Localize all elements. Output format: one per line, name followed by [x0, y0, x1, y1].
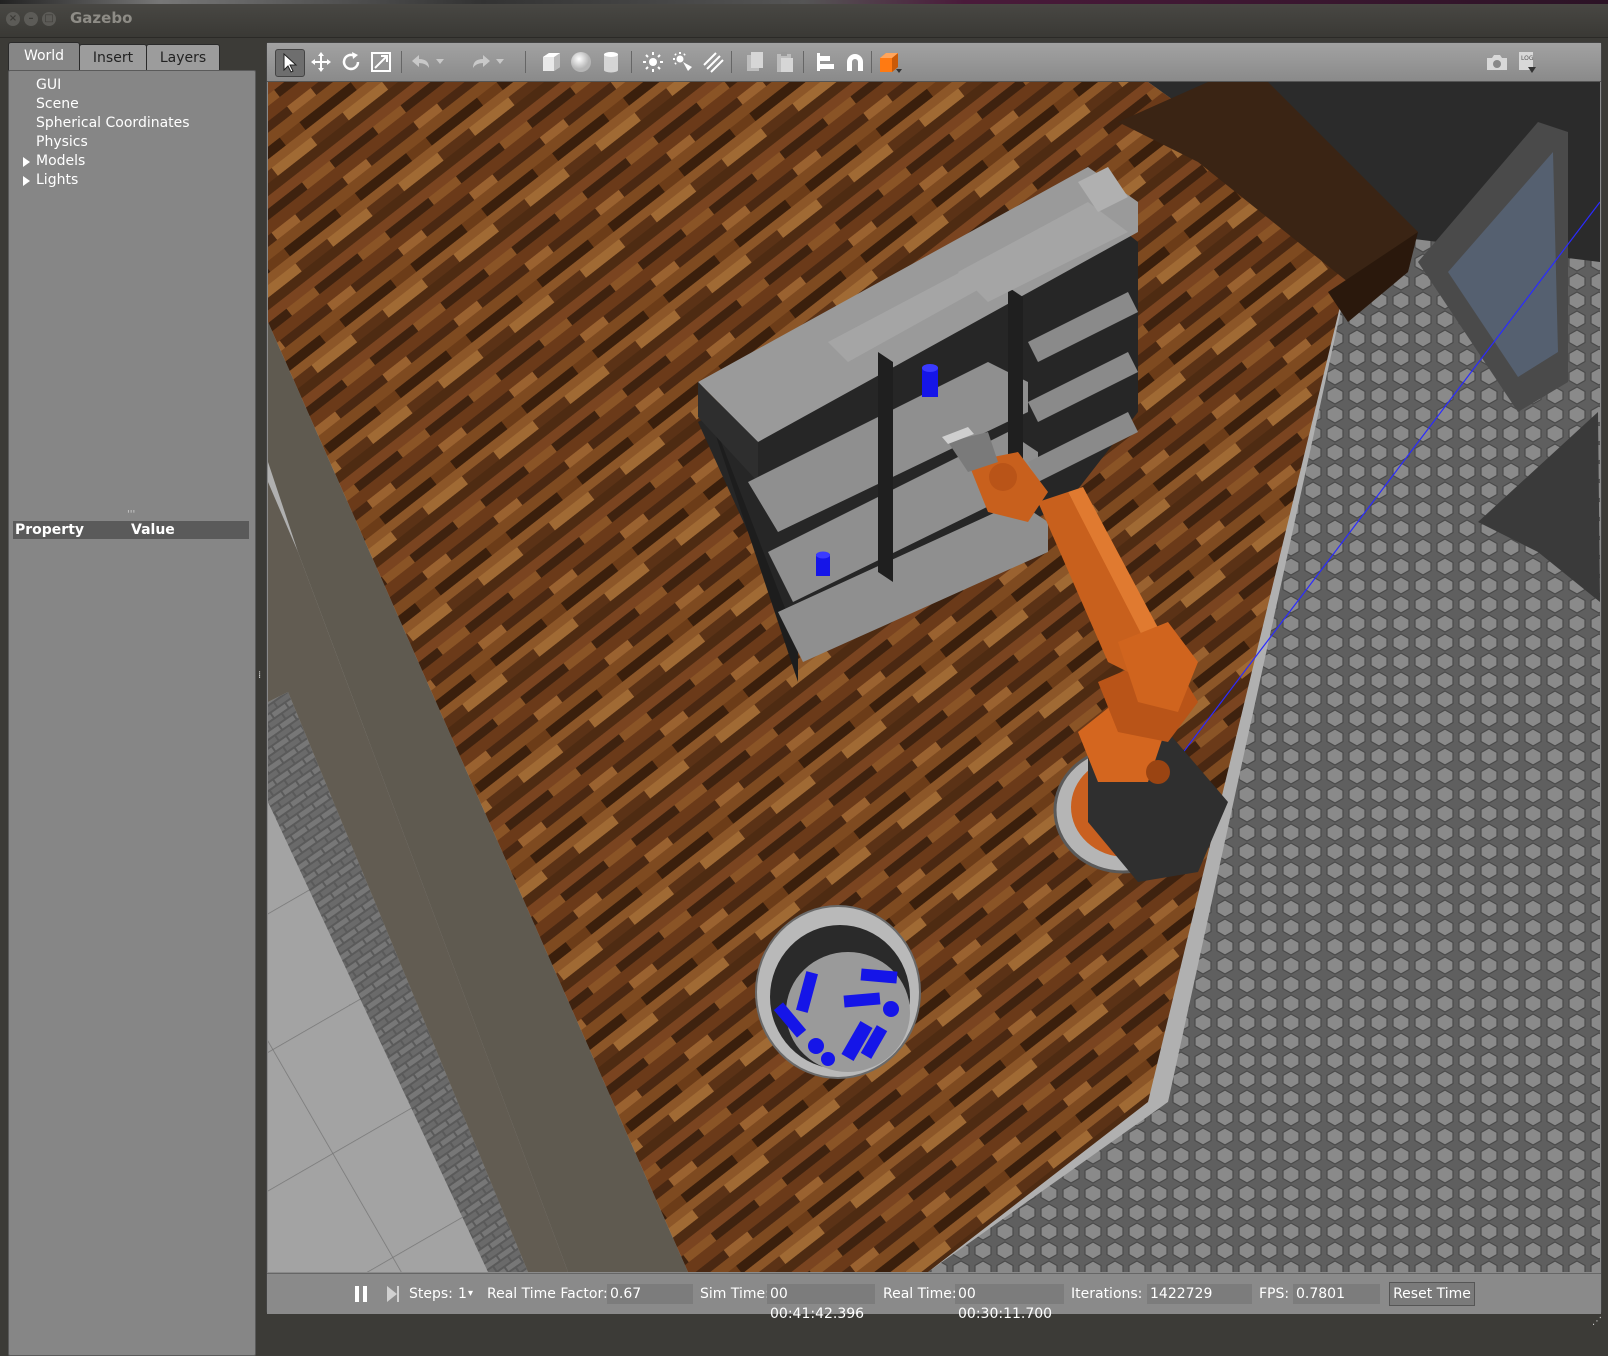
toolbar-separator [525, 51, 526, 73]
real-time-label: Real Time: [883, 1286, 957, 1302]
point-light-icon[interactable] [639, 49, 667, 75]
toolbar-separator [871, 51, 872, 73]
tree-item-label: GUI [36, 77, 62, 93]
main-render-panel: LOG Steps: 1 ▾ Real Time Factor: 0.67 Si… [266, 42, 1602, 1322]
redo-icon[interactable] [467, 49, 495, 75]
tree-item-models[interactable]: Models [23, 153, 86, 169]
scale-icon[interactable] [367, 49, 395, 75]
tree-item-scene[interactable]: Scene [36, 96, 79, 112]
title-bar: × – □ Gazebo [0, 0, 1608, 38]
3d-scene[interactable] [268, 82, 1600, 1272]
tree-item-lights[interactable]: Lights [23, 172, 79, 188]
steps-value[interactable]: 1 [458, 1284, 467, 1304]
property-table-header: Property Value [13, 521, 249, 539]
world-tree: GUI Scene Spherical Coordinates Physics … [8, 70, 256, 1356]
real-time-factor-field: 0.67 [607, 1284, 693, 1304]
expand-arrow-icon[interactable] [23, 176, 30, 186]
resize-grip-icon[interactable]: ⋰ [1592, 1316, 1602, 1327]
value-column-header: Value [131, 522, 175, 538]
svg-text:LOG: LOG [1521, 55, 1534, 62]
tab-insert[interactable]: Insert [79, 44, 147, 71]
tree-item-spherical-coordinates[interactable]: Spherical Coordinates [36, 115, 190, 131]
reset-time-button[interactable]: Reset Time [1389, 1282, 1475, 1306]
screenshot-icon[interactable] [1483, 49, 1511, 75]
pause-icon[interactable] [347, 1281, 375, 1307]
toolbar-separator [731, 51, 732, 73]
steps-chevron-icon[interactable]: ▾ [468, 1284, 473, 1304]
fps-field: 0.7801 [1293, 1284, 1380, 1304]
box-shape-icon[interactable] [537, 49, 565, 75]
toolbar-separator [401, 51, 402, 73]
tree-item-label: Lights [36, 172, 79, 188]
directional-light-icon[interactable] [699, 49, 727, 75]
toolbar-separator [803, 51, 804, 73]
steps-label: Steps: [409, 1286, 453, 1302]
left-splitter-handle-icon[interactable]: ⁞ [258, 670, 261, 681]
tree-item-label: Scene [36, 96, 79, 112]
select-arrow-icon[interactable] [275, 49, 305, 77]
tree-item-gui[interactable]: GUI [36, 77, 61, 93]
spot-light-icon[interactable] [669, 49, 697, 75]
tab-world[interactable]: World [8, 42, 80, 72]
copy-icon[interactable] [741, 49, 769, 75]
undo-icon[interactable] [407, 49, 435, 75]
blue-cylinder-shelf[interactable] [816, 551, 830, 577]
translate-icon[interactable] [307, 49, 335, 75]
iterations-label: Iterations: [1071, 1286, 1143, 1302]
real-time-field: 00 00:30:11.700 [955, 1284, 1064, 1322]
cylinder-shape-icon[interactable] [597, 49, 625, 75]
maximize-window-icon[interactable]: □ [42, 12, 56, 26]
tree-item-label: Models [36, 153, 86, 169]
minimize-window-icon[interactable]: – [24, 12, 38, 26]
paste-icon[interactable] [771, 49, 799, 75]
status-bar: Steps: 1 ▾ Real Time Factor: 0.67 Sim Ti… [267, 1273, 1601, 1322]
snap-magnet-icon[interactable] [841, 49, 869, 75]
sim-time-field: 00 00:41:42.396 [767, 1284, 875, 1322]
tree-item-physics[interactable]: Physics [36, 134, 88, 150]
real-time-factor-label: Real Time Factor: [487, 1286, 608, 1302]
sphere-shape-icon[interactable] [567, 49, 595, 75]
align-icon[interactable] [811, 49, 839, 75]
window-title: Gazebo [70, 9, 133, 27]
log-icon[interactable]: LOG [1513, 49, 1541, 75]
blue-cylinder-shelf[interactable] [922, 364, 938, 397]
close-window-icon[interactable]: × [6, 12, 20, 26]
step-icon[interactable] [379, 1281, 407, 1307]
view-angle-icon[interactable] [877, 49, 905, 75]
redo-history-chevron-icon[interactable] [493, 49, 507, 75]
toolbar: LOG [267, 43, 1601, 82]
fps-label: FPS: [1259, 1286, 1290, 1302]
expand-arrow-icon[interactable] [23, 157, 30, 167]
iterations-field: 1422729 [1147, 1284, 1252, 1304]
toolbar-separator [631, 51, 632, 73]
property-column-header: Property [15, 522, 85, 538]
desktop-strip [0, 0, 1608, 4]
3d-viewport[interactable] [268, 82, 1600, 1272]
undo-history-chevron-icon[interactable] [433, 49, 447, 75]
tree-item-label: Physics [36, 134, 88, 150]
rotate-icon[interactable] [337, 49, 365, 75]
tree-item-label: Spherical Coordinates [36, 115, 190, 131]
tab-layers[interactable]: Layers [146, 44, 220, 71]
drop-bin[interactable] [755, 905, 921, 1079]
sim-time-label: Sim Time: [700, 1286, 770, 1302]
splitter-handle-icon[interactable]: ''' [127, 509, 135, 520]
left-panel: World Insert Layers GUI Scene Spherical … [8, 42, 256, 1356]
